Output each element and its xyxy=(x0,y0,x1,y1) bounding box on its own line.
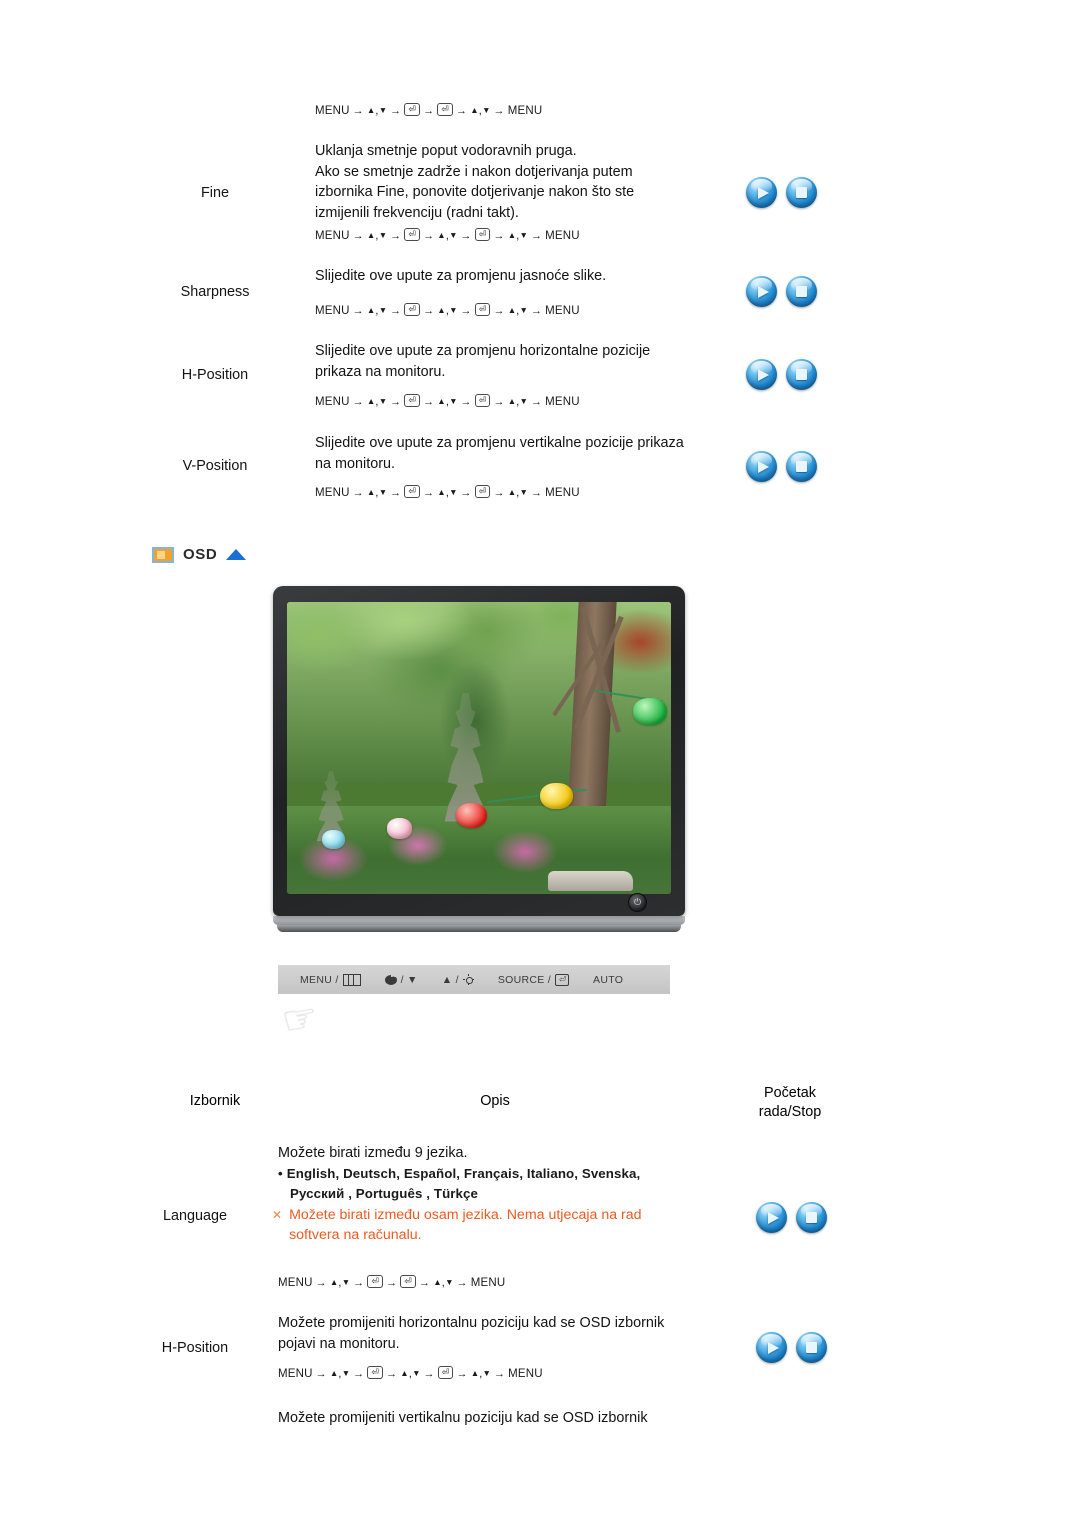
stop-icon xyxy=(786,451,817,482)
row-description-fine: Uklanja smetnje poput vodoravnih pruga. … xyxy=(315,143,635,221)
column-header-playstop-line1: Početak xyxy=(764,1085,816,1101)
stop-button-sharpness[interactable] xyxy=(786,276,817,307)
play-icon xyxy=(756,1202,787,1233)
control-button-menu[interactable]: MENU / xyxy=(300,973,361,986)
control-label-menu: MENU / xyxy=(300,973,339,986)
stop-button-h-position[interactable] xyxy=(786,359,817,390)
play-icon xyxy=(756,1332,787,1363)
control-button-auto[interactable]: AUTO xyxy=(593,974,623,986)
row-description-osd-h-position: Možete promijeniti horizontalnu poziciju… xyxy=(278,1315,665,1352)
column-header-description: Opis xyxy=(480,1093,510,1109)
triangle-up-icon[interactable] xyxy=(226,549,247,560)
play-button-language[interactable] xyxy=(756,1202,787,1233)
stop-icon xyxy=(796,1332,827,1363)
playstop-buttons-h-position xyxy=(746,359,817,390)
play-button-sharpness[interactable] xyxy=(746,276,777,307)
control-label-contrast: / ▼ xyxy=(400,973,418,986)
language-list-line2: Русский , Português , Türkçe xyxy=(290,1186,479,1201)
control-label-source: SOURCE / xyxy=(497,973,552,986)
keyline-language: MENU → ▲,▼ → ⏎ → ⏎ → ▲,▼ → MENU xyxy=(278,1275,506,1289)
column-header-playstop-line2: rada/Stop xyxy=(758,1104,822,1120)
monitor-bezel: ⏻ xyxy=(273,586,685,916)
monitor-neck xyxy=(273,916,685,925)
play-button-v-position[interactable] xyxy=(746,451,777,482)
contrast-icon xyxy=(384,974,397,985)
hand-pointing-icon: ☞ xyxy=(278,994,322,1045)
osd-heading-label: OSD xyxy=(183,546,218,563)
control-label-auto: AUTO xyxy=(593,973,624,986)
playstop-buttons-v-position xyxy=(746,451,817,482)
keyline-v-position: MENU → ▲,▼ → ⏎ → ▲,▼ → ⏎ → ▲,▼ → MENU xyxy=(315,485,580,499)
play-icon xyxy=(746,177,777,208)
lantern-green xyxy=(632,698,668,725)
row-description-osd-v-position: Možete promijeniti vertikalnu poziciju k… xyxy=(278,1410,648,1426)
lantern-blue xyxy=(321,829,345,849)
lantern-pink xyxy=(386,818,412,839)
row-label-language: Language xyxy=(162,1208,228,1224)
monitor-base xyxy=(277,925,681,932)
keyline-sharpness: MENU → ▲,▼ → ⏎ → ▲,▼ → ⏎ → ▲,▼ → MENU xyxy=(315,303,580,317)
screen-photo-garden xyxy=(287,602,671,894)
stop-icon xyxy=(786,359,817,390)
row-label-v-position: V-Position xyxy=(182,458,248,474)
keyline-osd-h-position: MENU → ▲,▼ → ⏎ → ▲,▼ → ⏎ → ▲,▼ → MENU xyxy=(278,1366,543,1380)
row-description-v-position: Slijedite ove upute za promjenu vertikal… xyxy=(315,435,684,472)
monitor-icon xyxy=(152,546,174,563)
row-label-osd-h-position: H-Position xyxy=(161,1340,229,1356)
brightness-icon xyxy=(462,974,474,985)
stop-button-osd-h-position[interactable] xyxy=(796,1332,827,1363)
play-icon xyxy=(746,451,777,482)
playstop-buttons-fine xyxy=(746,177,817,208)
play-icon xyxy=(746,359,777,390)
stop-icon xyxy=(796,1202,827,1233)
keyline-fine: MENU → ▲,▼ → ⏎ → ▲,▼ → ⏎ → ▲,▼ → MENU xyxy=(315,228,580,242)
row-label-fine: Fine xyxy=(201,185,229,201)
row-description-language: Možete birati između 9 jezika. xyxy=(278,1145,468,1161)
stop-button-fine[interactable] xyxy=(786,177,817,208)
playstop-buttons-language xyxy=(756,1202,827,1233)
lantern-yellow xyxy=(540,783,574,810)
column-header-menu: Izbornik xyxy=(189,1093,241,1109)
control-button-source[interactable]: SOURCE / ⏎ xyxy=(497,973,570,986)
garden-stone xyxy=(548,870,633,892)
warning-text: Možete birati između osam jezika. Nema u… xyxy=(289,1207,642,1243)
keyline-lead: MENU → ▲,▼ → ⏎ → ⏎ → ▲,▼ → MENU xyxy=(315,103,543,117)
language-warning: ✕ Možete birati između osam jezika. Nema… xyxy=(272,1206,702,1245)
monitor-illustration: ⏻ xyxy=(273,586,685,932)
stop-button-v-position[interactable] xyxy=(786,451,817,482)
menu-icon xyxy=(342,973,361,986)
control-button-contrast[interactable]: / ▼ xyxy=(384,973,418,986)
power-icon[interactable]: ⏻ xyxy=(628,893,647,912)
stop-icon xyxy=(786,177,817,208)
row-description-sharpness: Slijedite ove upute za promjenu jasnoće … xyxy=(315,268,607,284)
row-description-h-position: Slijedite ove upute za promjenu horizont… xyxy=(315,343,651,380)
bullet-marker: • xyxy=(278,1166,283,1181)
play-button-h-position[interactable] xyxy=(746,359,777,390)
playstop-buttons-osd-h-position xyxy=(756,1332,827,1363)
playstop-buttons-sharpness xyxy=(746,276,817,307)
lantern-red xyxy=(455,803,487,829)
row-label-h-position: H-Position xyxy=(181,367,249,383)
language-list-line1: English, Deutsch, Español, Français, Ita… xyxy=(286,1166,641,1181)
osd-section-heading: OSD xyxy=(152,546,247,563)
row-label-sharpness: Sharpness xyxy=(180,284,250,300)
language-list: • English, Deutsch, Español, Français, It… xyxy=(278,1164,708,1204)
warning-x-icon: ✕ xyxy=(272,1208,283,1222)
stop-icon xyxy=(786,276,817,307)
play-icon xyxy=(746,276,777,307)
enter-icon: ⏎ xyxy=(555,973,570,986)
keyline-h-position: MENU → ▲,▼ → ⏎ → ▲,▼ → ⏎ → ▲,▼ → MENU xyxy=(315,394,580,408)
control-label-brightness: ▲ / xyxy=(441,973,459,986)
stop-button-language[interactable] xyxy=(796,1202,827,1233)
monitor-screen xyxy=(287,602,671,894)
play-button-fine[interactable] xyxy=(746,177,777,208)
play-button-osd-h-position[interactable] xyxy=(756,1332,787,1363)
control-button-brightness[interactable]: ▲ / xyxy=(442,974,474,986)
